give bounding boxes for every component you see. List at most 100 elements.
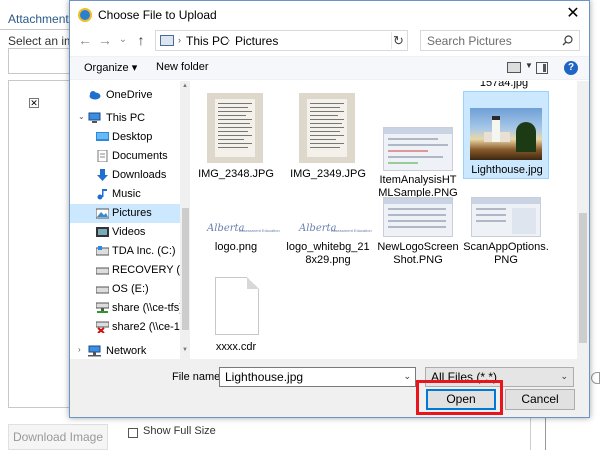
- chevron-right-icon[interactable]: ›: [78, 345, 81, 354]
- navigation-scroll-thumb[interactable]: [182, 208, 189, 330]
- show-full-size-checkbox[interactable]: [128, 428, 138, 438]
- network-drive-icon: [96, 302, 109, 313]
- cloud-icon: [89, 91, 101, 100]
- search-box[interactable]: Search Pictures: [420, 30, 580, 51]
- image-thumbnail: [299, 93, 355, 163]
- sidebar-item-label: Network: [106, 345, 147, 357]
- sidebar-item-desktop[interactable]: Desktop: [70, 128, 180, 147]
- image-select-field[interactable]: [8, 48, 72, 74]
- close-button[interactable]: ✕: [560, 3, 586, 25]
- sidebar-item-videos[interactable]: Videos: [70, 223, 180, 242]
- pc-icon: [160, 35, 174, 46]
- show-full-size-label: Show Full Size: [143, 425, 216, 437]
- chevron-down-icon[interactable]: ⌄: [78, 112, 85, 121]
- file-name-label: File name:: [172, 371, 224, 383]
- file-item[interactable]: NewLogoScreenShot.PNG: [375, 195, 461, 271]
- breadcrumb-this-pc[interactable]: This PC: [186, 34, 229, 48]
- broken-image-icon: ✕: [29, 98, 39, 108]
- breadcrumb-pictures[interactable]: Pictures: [235, 34, 278, 48]
- file-item[interactable]: Alberta Assessment Education logo.png: [193, 221, 280, 271]
- sidebar-item-share2[interactable]: share2 (\\ce-1) (: [70, 318, 180, 337]
- image-thumbnail: [470, 108, 542, 160]
- sidebar-item-label: Desktop: [112, 131, 153, 143]
- refresh-button[interactable]: ↻: [391, 32, 405, 49]
- cancel-button[interactable]: Cancel: [505, 389, 575, 410]
- sidebar-item-network[interactable]: › Network: [70, 342, 180, 359]
- divider: [545, 414, 546, 450]
- sidebar-item-label: OneDrive: [106, 89, 153, 101]
- view-dropdown-icon[interactable]: ▼: [525, 61, 533, 70]
- divider: [530, 414, 531, 450]
- highlight-box: [416, 380, 503, 415]
- sidebar-item-label: share (\\ce-tfs) (: [112, 302, 180, 314]
- recent-locations-button[interactable]: ⌄: [114, 31, 132, 49]
- sidebar-item-label: Documents: [112, 150, 168, 162]
- command-toolbar: Organize ▾ New folder ▼ ?: [70, 56, 589, 80]
- help-icon[interactable]: ?: [564, 61, 578, 75]
- chevron-down-icon[interactable]: ⌄: [560, 371, 568, 382]
- view-options-icon[interactable]: [507, 62, 521, 73]
- sidebar-item-e-drive[interactable]: OS (E:): [70, 280, 180, 299]
- download-image-button[interactable]: Download Image: [8, 424, 108, 450]
- scroll-handle[interactable]: [591, 372, 600, 384]
- sidebar-item-this-pc[interactable]: ⌄ This PC: [70, 109, 180, 128]
- file-upload-dialog: Choose File to Upload ✕ ← → ⌄ ↑ › This P…: [69, 0, 590, 418]
- dialog-titlebar[interactable]: Choose File to Upload ✕: [70, 1, 589, 29]
- pictures-folder-icon: [96, 208, 109, 219]
- navigation-pane: OneDrive ⌄ This PC Desktop Documents Dow…: [70, 81, 180, 359]
- image-preview-panel: [8, 80, 70, 408]
- file-name-input[interactable]: Lighthouse.jpg ⌄: [219, 367, 416, 387]
- sidebar-item-share[interactable]: share (\\ce-tfs) (: [70, 299, 180, 318]
- sidebar-item-d-drive[interactable]: RECOVERY (D:): [70, 261, 180, 280]
- file-item[interactable]: ItemAnalysisHTMLSample.PNG: [375, 91, 461, 199]
- back-button[interactable]: ←: [76, 31, 94, 49]
- file-name: ScanAppOptions.PNG: [463, 241, 549, 266]
- documents-folder-icon: [97, 150, 108, 162]
- sidebar-item-onedrive[interactable]: OneDrive: [70, 86, 180, 105]
- file-name: IMG_2349.JPG: [290, 168, 366, 180]
- network-icon: [88, 345, 101, 357]
- up-button[interactable]: ↑: [132, 31, 150, 49]
- file-item[interactable]: ScanAppOptions.PNG: [463, 195, 549, 271]
- sidebar-item-label: Downloads: [112, 169, 167, 181]
- new-folder-button[interactable]: New folder: [156, 61, 209, 73]
- sidebar-item-pictures[interactable]: Pictures: [70, 204, 180, 223]
- file-item[interactable]: xxxx.cdr: [193, 275, 279, 355]
- image-thumbnail: [383, 127, 453, 171]
- file-name: Lighthouse.jpg: [471, 164, 543, 176]
- file-item[interactable]: IMG_2348.JPG: [193, 91, 279, 183]
- file-name: xxxx.cdr: [215, 341, 257, 353]
- sidebar-item-label: TDA Inc. (C:): [112, 245, 176, 257]
- file-item[interactable]: Alberta Assessment Education logo_whiteb…: [285, 221, 371, 271]
- generic-file-icon: [215, 277, 259, 335]
- scroll-down-icon[interactable]: ▼: [180, 347, 190, 357]
- scroll-up-icon[interactable]: ▲: [180, 83, 190, 93]
- sidebar-item-downloads[interactable]: Downloads: [70, 166, 180, 185]
- search-icon[interactable]: [562, 35, 573, 46]
- file-item[interactable]: IMG_2349.JPG: [285, 91, 371, 183]
- organize-menu[interactable]: Organize ▾: [84, 61, 137, 74]
- image-thumbnail: [471, 197, 541, 237]
- sidebar-item-documents[interactable]: Documents: [70, 147, 180, 166]
- file-item[interactable]: 157a4.jpg: [461, 81, 547, 91]
- file-name: IMG_2348.JPG: [198, 168, 274, 180]
- image-thumbnail: [383, 197, 453, 237]
- file-name: NewLogoScreenShot.PNG: [377, 241, 459, 266]
- file-name-value[interactable]: Lighthouse.jpg: [225, 370, 303, 384]
- preview-pane-icon[interactable]: [536, 62, 548, 74]
- address-bar[interactable]: › This PC › Pictures ⌄ ↻: [155, 30, 477, 51]
- chevron-right-icon: ›: [227, 35, 230, 45]
- file-list-scroll-thumb[interactable]: [579, 213, 587, 343]
- chevron-down-icon[interactable]: ⌄: [403, 371, 411, 382]
- forward-button[interactable]: →: [96, 31, 114, 49]
- videos-folder-icon: [96, 227, 109, 237]
- file-list: 157a4.jpg IMG_2348.JPG IMG_2349.JPG Item…: [191, 81, 577, 359]
- search-input[interactable]: Search Pictures: [427, 34, 512, 48]
- disconnected-drive-icon: [96, 321, 109, 333]
- sidebar-item-music[interactable]: Music: [70, 185, 180, 204]
- music-folder-icon: [97, 189, 107, 200]
- sidebar-item-c-drive[interactable]: TDA Inc. (C:): [70, 242, 180, 261]
- drive-icon: [96, 246, 109, 256]
- computer-icon: [88, 112, 101, 123]
- file-item-selected[interactable]: Lighthouse.jpg: [463, 91, 549, 179]
